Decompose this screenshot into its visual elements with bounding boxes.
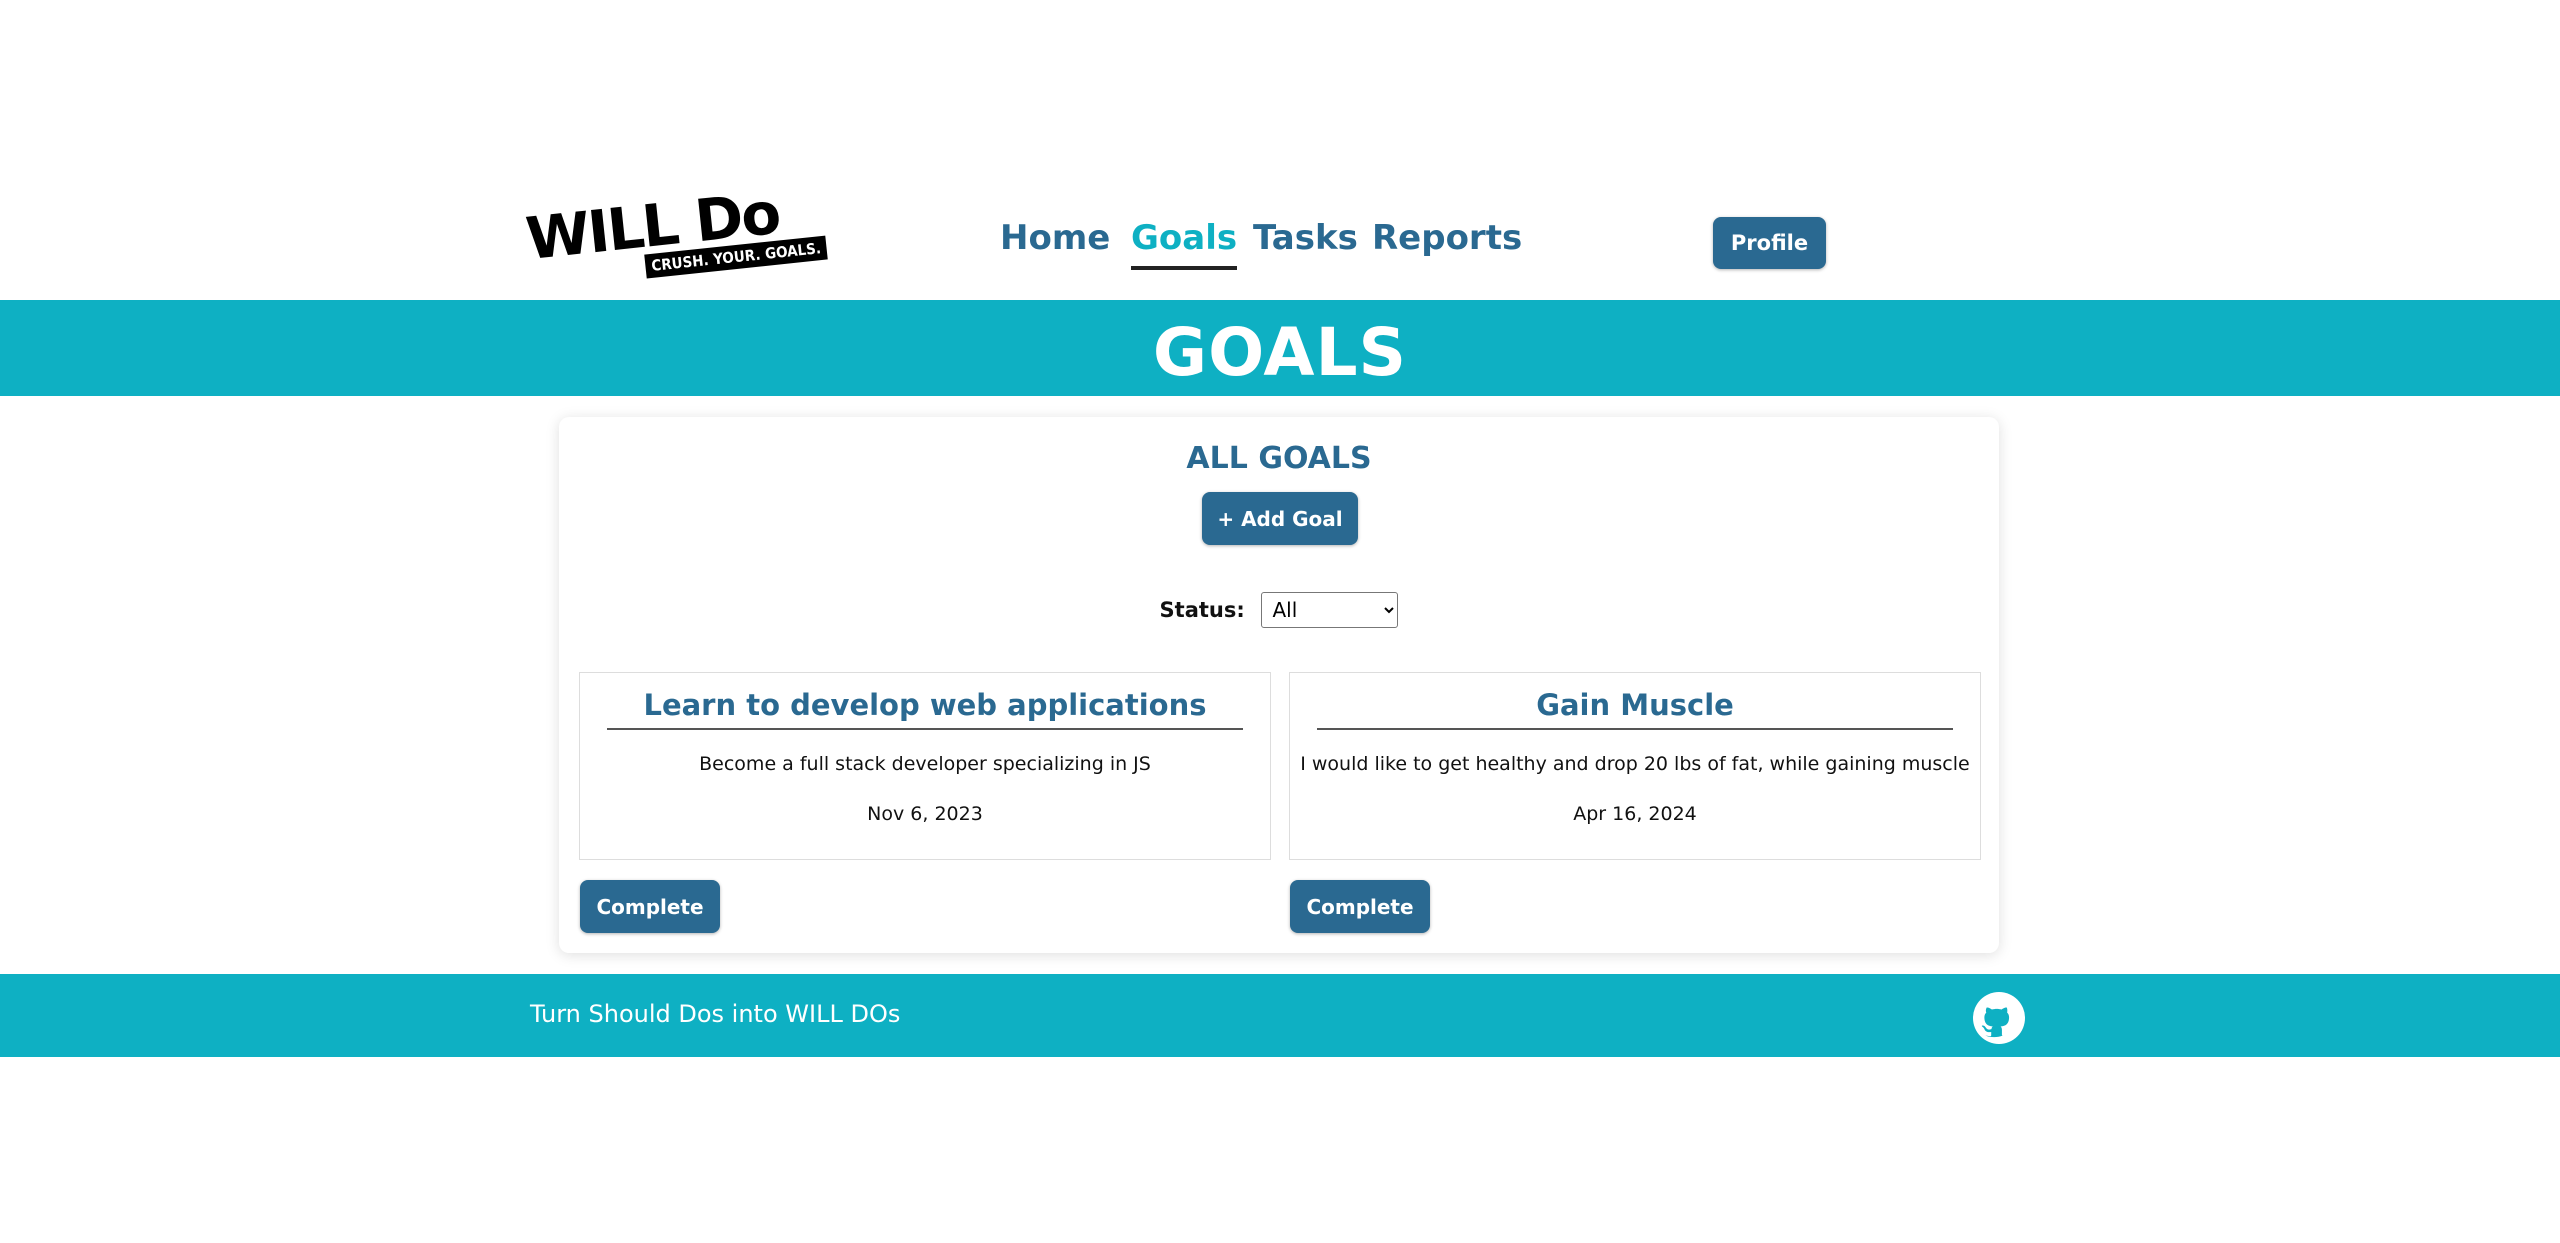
section-title: ALL GOALS bbox=[1186, 441, 1372, 476]
nav-reports[interactable]: Reports bbox=[1372, 218, 1522, 258]
github-icon[interactable] bbox=[1973, 992, 2025, 1044]
goal-card[interactable]: Gain Muscle I would like to get healthy … bbox=[1289, 672, 1981, 860]
site-footer: Turn Should Dos into WILL DOs bbox=[0, 974, 2560, 1057]
complete-button[interactable]: Complete bbox=[1290, 880, 1430, 933]
complete-button[interactable]: Complete bbox=[580, 880, 720, 933]
status-select[interactable]: All bbox=[1261, 592, 1399, 628]
site-header: WILL Do CRUSH. YOUR. GOALS. Home Goals T… bbox=[0, 0, 2560, 300]
nav-home[interactable]: Home bbox=[1000, 218, 1110, 258]
goal-date: Apr 16, 2024 bbox=[1573, 803, 1697, 825]
status-filter: Status: All bbox=[559, 592, 1999, 628]
page-title: GOALS bbox=[1152, 314, 1408, 391]
goal-description: I would like to get healthy and drop 20 … bbox=[1300, 753, 1970, 775]
add-goal-button[interactable]: + Add Goal bbox=[1202, 492, 1358, 545]
goals-card: ALL GOALS + Add Goal Status: All Learn t… bbox=[559, 417, 1999, 953]
nav-goals[interactable]: Goals bbox=[1131, 218, 1238, 270]
goal-title: Learn to develop web applications bbox=[607, 688, 1243, 730]
footer-tagline: Turn Should Dos into WILL DOs bbox=[530, 1000, 901, 1028]
nav-tasks[interactable]: Tasks bbox=[1253, 218, 1358, 258]
goal-title: Gain Muscle bbox=[1317, 688, 1953, 730]
profile-button[interactable]: Profile bbox=[1713, 217, 1826, 269]
status-label: Status: bbox=[1159, 598, 1245, 622]
goal-description: Become a full stack developer specializi… bbox=[699, 753, 1151, 775]
main-nav: Home Goals Tasks Reports bbox=[0, 218, 2560, 278]
goal-card[interactable]: Learn to develop web applications Become… bbox=[579, 672, 1271, 860]
goal-date: Nov 6, 2023 bbox=[867, 803, 983, 825]
page-banner: GOALS bbox=[0, 300, 2560, 396]
